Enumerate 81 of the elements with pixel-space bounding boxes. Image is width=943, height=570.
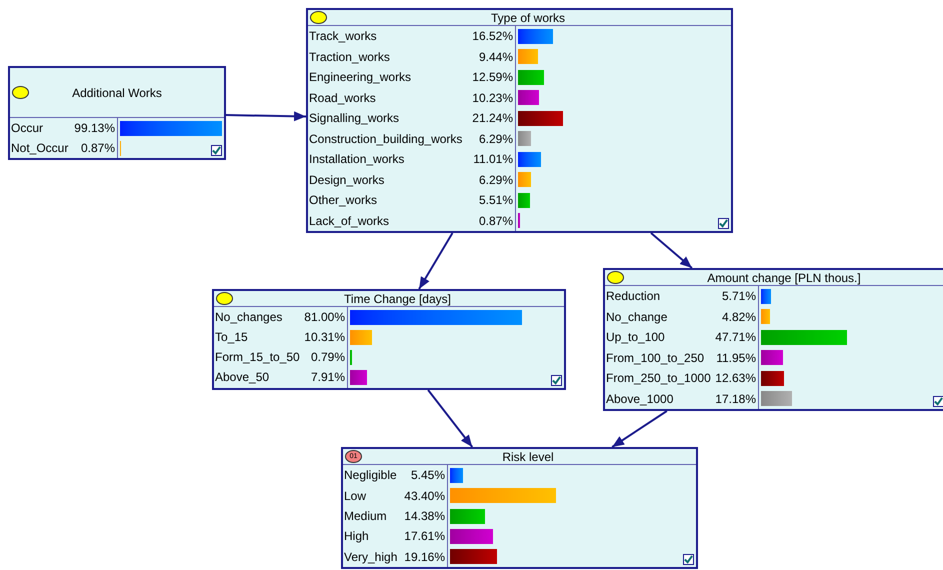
network-node[interactable]: Time Change [days] No_changes 81.00% To_15 10.31% Form_15_to_50 0.79% Above_50 7.91%: [212, 289, 566, 390]
state-label: Road_works: [309, 90, 376, 107]
probability-value: 0.79%: [310, 349, 345, 366]
probability-value: 14.38%: [404, 508, 445, 526]
check-icon: [684, 555, 693, 564]
state-label: From_250_to_1000: [606, 370, 711, 388]
probability-value: 11.95%: [716, 350, 756, 367]
probability-value: 11.01%: [473, 151, 513, 168]
probability-value: 6.29%: [478, 172, 513, 189]
probability-value: 0.87%: [80, 140, 115, 157]
probability-value: 9.44%: [478, 48, 513, 66]
node-title: Risk level: [501, 448, 555, 466]
probability-value: 21.24%: [472, 110, 513, 128]
arrow: [418, 232, 454, 290]
node-title: Additional Works: [71, 84, 163, 102]
node-title: Type of works: [490, 10, 566, 26]
state-label: Design_works: [309, 172, 384, 189]
state-label: Not_Occur: [11, 140, 68, 157]
checkbox[interactable]: [211, 145, 222, 156]
state-label: To_15: [215, 329, 248, 346]
probability-value: 5.51%: [478, 192, 513, 210]
check-icon: [719, 219, 728, 228]
check-icon: [552, 376, 561, 385]
probability-value: 43.40%: [404, 488, 445, 505]
state-label: Other_works: [309, 192, 378, 210]
state-label: No_change: [606, 308, 668, 326]
state-label: Construction_building_works: [309, 130, 462, 148]
state-label: Negligible: [344, 467, 397, 484]
network-node[interactable]: Amount change [PLN thous.] Reduction 5.71% No_change 4.82% Up_to_100 47.71% From_100_to_250 11.95% From_250_to_1000 12.63% Above_1000 17.18%: [603, 268, 943, 411]
probability-value: 17.18%: [715, 390, 756, 408]
state-label: Signalling_works: [309, 110, 400, 128]
ellipse-icon: [216, 292, 233, 305]
state-label: Occur: [11, 120, 44, 137]
probability-value: 10.31%: [304, 329, 345, 346]
checkbox[interactable]: [933, 396, 943, 407]
probability-value: 17.61%: [404, 528, 445, 546]
probability-value: 12.59%: [472, 69, 513, 86]
probability-value: 0.87%: [478, 212, 513, 230]
state-label: Form_15_to_50: [215, 349, 300, 366]
state-label: Above_1000: [606, 390, 674, 408]
state-label: Medium: [344, 508, 387, 526]
arrow: [650, 232, 693, 269]
arrow: [427, 389, 474, 448]
probability-value: 47.71%: [715, 329, 756, 346]
state-label: Above_50: [215, 369, 270, 386]
checkbox[interactable]: [551, 375, 562, 386]
state-label: High: [344, 528, 369, 546]
check-icon: [934, 397, 943, 406]
probability-value: 5.45%: [410, 467, 445, 484]
state-label: Very_high: [344, 548, 398, 566]
network-node[interactable]: Additional Works Occur 99.13% Not_Occur 0.87%: [8, 66, 226, 160]
probability-value: 19.16%: [404, 548, 445, 566]
probability-value: 99.13%: [74, 120, 115, 137]
network-node[interactable]: [306, 8, 733, 233]
probability-value: 10.23%: [472, 90, 513, 107]
checkbox[interactable]: [683, 554, 694, 565]
probability-value: 5.71%: [722, 288, 756, 306]
state-label: Reduction: [606, 288, 660, 306]
node-title: Amount change [PLN thous.]: [706, 270, 862, 286]
probability-value: 7.91%: [310, 369, 345, 386]
state-label: From_100_to_250: [606, 350, 704, 367]
state-label: Up_to_100: [606, 329, 665, 346]
state-label: No_changes: [215, 309, 282, 326]
ellipse-icon: [12, 86, 29, 99]
probability-value: 16.52%: [472, 28, 513, 46]
state-label: Traction_works: [309, 48, 390, 66]
probability-value: 81.00%: [304, 309, 345, 326]
ellipse-icon: [607, 271, 624, 284]
check-icon: [212, 146, 221, 155]
state-label: Engineering_works: [309, 69, 412, 86]
state-label: Low: [344, 488, 366, 505]
checkbox[interactable]: [718, 218, 729, 229]
probability-value: 6.29%: [478, 130, 513, 148]
probability-value: 12.63%: [715, 370, 756, 388]
state-label: Installation_works: [309, 151, 404, 168]
state-label: Track_works: [309, 28, 377, 46]
node-title: Time Change [days]: [343, 290, 452, 308]
ellipse-icon: [310, 11, 327, 24]
state-label: Lack_of_works: [309, 212, 390, 230]
arrow: [612, 410, 668, 448]
probability-value: 4.82%: [722, 308, 756, 326]
